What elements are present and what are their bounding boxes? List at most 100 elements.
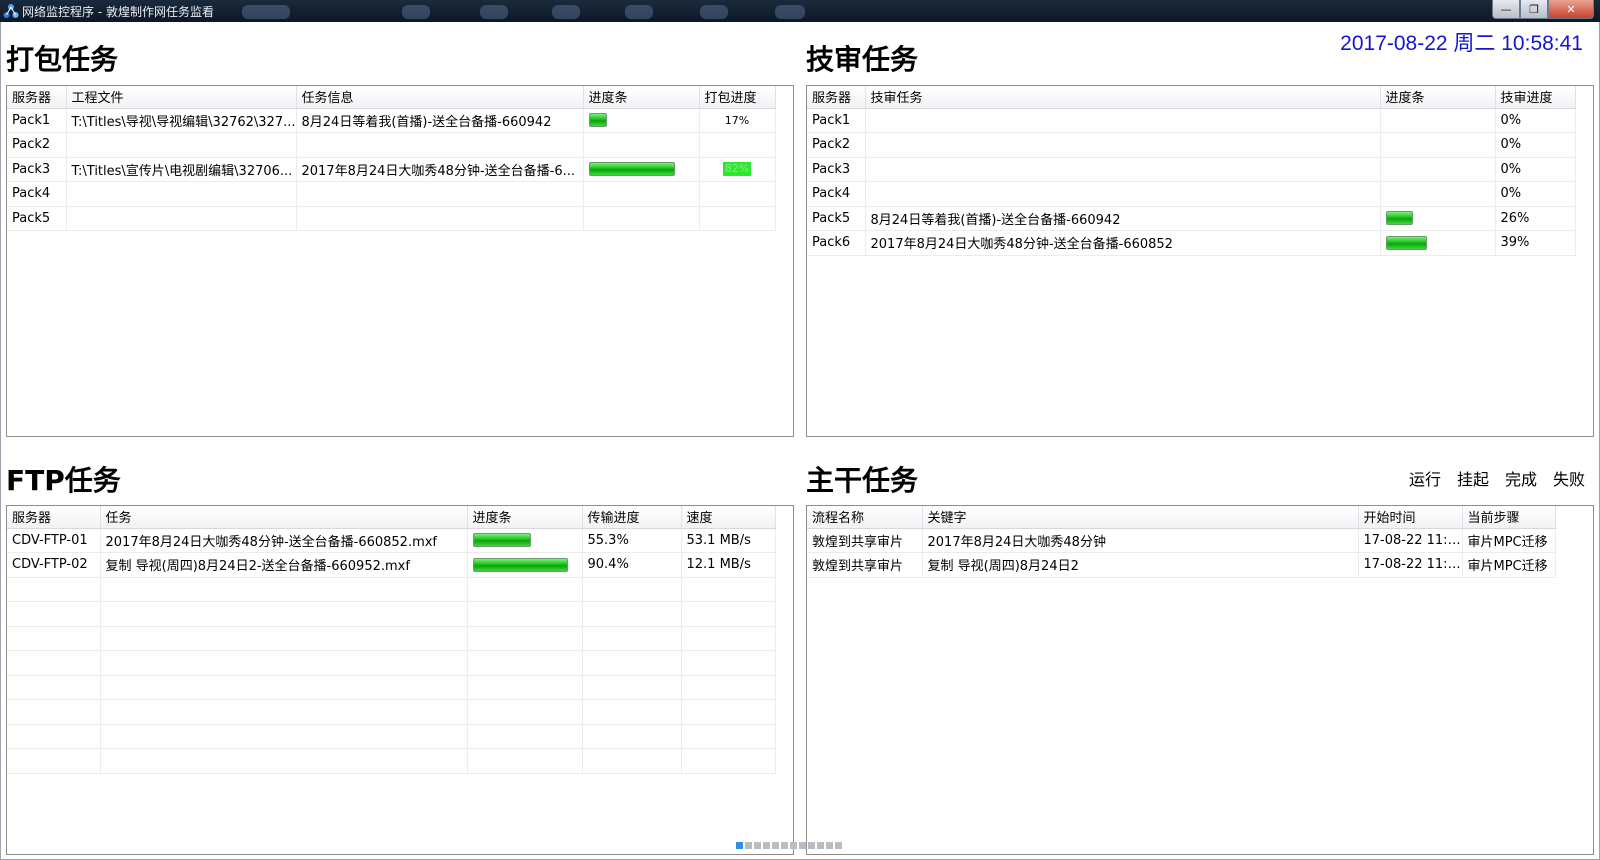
table-row[interactable]: Pack3 0% (807, 157, 1576, 182)
page-dot[interactable] (835, 842, 842, 849)
progress-bar-cell (1380, 108, 1496, 133)
column-header[interactable]: 工程文件 (66, 86, 297, 109)
column-header[interactable]: 服务器 (7, 506, 101, 529)
empty-table-row[interactable] (7, 650, 776, 676)
empty-table-row[interactable] (7, 699, 776, 725)
empty-cell (467, 748, 583, 774)
ftp-task-panel[interactable]: 服务器 任务 进度条 传输进度 速度 CDV-FTP-01 2017年8月24日大… (6, 505, 794, 855)
column-header[interactable]: 进度条 (1380, 86, 1496, 109)
background-blur (625, 5, 653, 19)
column-header[interactable]: 速度 (681, 506, 776, 529)
empty-table-row[interactable] (7, 626, 776, 651)
restore-button[interactable]: ❐ (1520, 0, 1548, 19)
pack-task-panel[interactable]: 服务器 工程文件 任务信息 进度条 打包进度 Pack1 T:\Titles\导视… (6, 85, 794, 437)
empty-cell (7, 675, 101, 700)
table-row[interactable]: Pack5 (7, 206, 776, 231)
column-header[interactable]: 技审任务 (865, 86, 1381, 109)
background-blur (552, 5, 580, 19)
network-app-icon (3, 4, 19, 18)
page-indicator (736, 842, 842, 849)
task-info-cell (296, 206, 584, 231)
server-cell: CDV-FTP-02 (7, 552, 101, 578)
table-row[interactable]: Pack1 0% (807, 108, 1576, 133)
page-dot[interactable] (799, 842, 806, 849)
column-header[interactable]: 流程名称 (807, 506, 923, 529)
ftp-heading: FTP任务 (6, 464, 121, 497)
table-row[interactable]: 敦煌到共享审片 复制 导视(周四)8月24日2 17-08-22 11:10 审片MP… (807, 552, 1556, 578)
page-dot[interactable] (808, 842, 815, 849)
page-dot[interactable] (772, 842, 779, 849)
background-blur (402, 5, 430, 19)
column-header[interactable]: 进度条 (583, 86, 700, 109)
page-dot[interactable] (781, 842, 788, 849)
column-header[interactable]: 传输进度 (582, 506, 682, 529)
empty-cell (7, 650, 101, 676)
column-header[interactable]: 技审进度 (1495, 86, 1576, 109)
empty-cell (7, 601, 101, 627)
empty-cell (7, 699, 101, 725)
empty-cell (100, 577, 468, 602)
page-dot[interactable] (763, 842, 770, 849)
page-dot[interactable] (826, 842, 833, 849)
column-header[interactable]: 服务器 (7, 86, 67, 109)
page-dot[interactable] (790, 842, 797, 849)
table-row[interactable]: 敦煌到共享审片 2017年8月24日大咖秀48分钟 17-08-22 11:05 审片… (807, 528, 1556, 553)
pack-progress-cell: 17% (699, 108, 776, 133)
empty-cell (467, 650, 583, 676)
table-row[interactable]: Pack5 8月24日等着我(首播)-送全台备播-660942 26% (807, 206, 1576, 231)
server-cell: Pack4 (7, 181, 67, 207)
title-bar: 网络监控程序 - 敦煌制作网任务监看 — ❐ ✕ (0, 0, 1600, 22)
table-row[interactable]: Pack3 T:\Titles\宣传片\电视剧编辑\32706... 2017年8月… (7, 157, 776, 182)
page-dot[interactable] (754, 842, 761, 849)
transfer-progress-cell: 90.4% (582, 552, 682, 578)
table-row[interactable]: Pack1 T:\Titles\导视\导视编辑\32762\327... 8月24日… (7, 108, 776, 133)
task-info-cell: 8月24日等着我(首播)-送全台备播-660942 (296, 108, 584, 133)
close-button[interactable]: ✕ (1548, 0, 1594, 19)
table-row[interactable]: Pack2 (7, 132, 776, 158)
server-cell: Pack2 (807, 132, 866, 158)
column-header[interactable]: 打包进度 (699, 86, 776, 109)
table-row[interactable]: Pack2 0% (807, 132, 1576, 158)
empty-table-row[interactable] (7, 577, 776, 602)
review-progress-cell: 0% (1495, 181, 1576, 207)
column-header[interactable]: 服务器 (807, 86, 866, 109)
empty-cell (681, 577, 776, 602)
column-header[interactable]: 开始时间 (1358, 506, 1463, 529)
empty-table-row[interactable] (7, 724, 776, 749)
table-row[interactable]: Pack6 2017年8月24日大咖秀48分钟-送全台备播-660852 39% (807, 230, 1576, 256)
progress-bar-cell (583, 132, 700, 158)
table-row[interactable]: CDV-FTP-02 复制 导视(周四)8月24日2-送全台备播-660952.m… (7, 552, 776, 578)
empty-cell (681, 650, 776, 676)
status-completed-label: 完成 (1505, 470, 1538, 489)
review-progress-cell: 0% (1495, 108, 1576, 133)
table-row[interactable]: CDV-FTP-01 2017年8月24日大咖秀48分钟-送全台备播-660852… (7, 528, 776, 553)
page-dot[interactable] (745, 842, 752, 849)
empty-table-row[interactable] (7, 601, 776, 627)
column-header[interactable]: 进度条 (467, 506, 583, 529)
pack-progress-cell (699, 181, 776, 207)
trunk-task-panel[interactable]: 流程名称 关键字 开始时间 当前步骤 敦煌到共享审片 2017年8月24日大咖秀4… (806, 505, 1594, 855)
column-header[interactable]: 当前步骤 (1462, 506, 1556, 529)
empty-cell (7, 577, 101, 602)
column-header[interactable]: 关键字 (922, 506, 1359, 529)
pack-progress-cell (699, 132, 776, 158)
table-row[interactable]: Pack4 0% (807, 181, 1576, 207)
review-progress-cell: 26% (1495, 206, 1576, 231)
empty-table-row[interactable] (7, 748, 776, 774)
minimize-button[interactable]: — (1492, 0, 1520, 19)
progress-bar-cell (583, 108, 700, 133)
server-cell: Pack1 (7, 108, 67, 133)
table-row[interactable]: Pack4 (7, 181, 776, 207)
review-task-panel[interactable]: 服务器 技审任务 进度条 技审进度 Pack1 0% Pack2 0% Pack3 0% P… (806, 85, 1594, 437)
server-cell: Pack5 (7, 206, 67, 231)
status-legend: 运行 挂起 完成 失败 (1409, 466, 1585, 490)
column-header[interactable]: 任务 (100, 506, 468, 529)
empty-cell (100, 650, 468, 676)
page-dot[interactable] (817, 842, 824, 849)
empty-table-row[interactable] (7, 675, 776, 700)
page-dot[interactable] (736, 842, 743, 849)
column-header[interactable]: 任务信息 (296, 86, 584, 109)
empty-cell (467, 601, 583, 627)
status-running-label: 运行 (1409, 470, 1442, 489)
trunk-heading: 主干任务 (806, 464, 919, 497)
